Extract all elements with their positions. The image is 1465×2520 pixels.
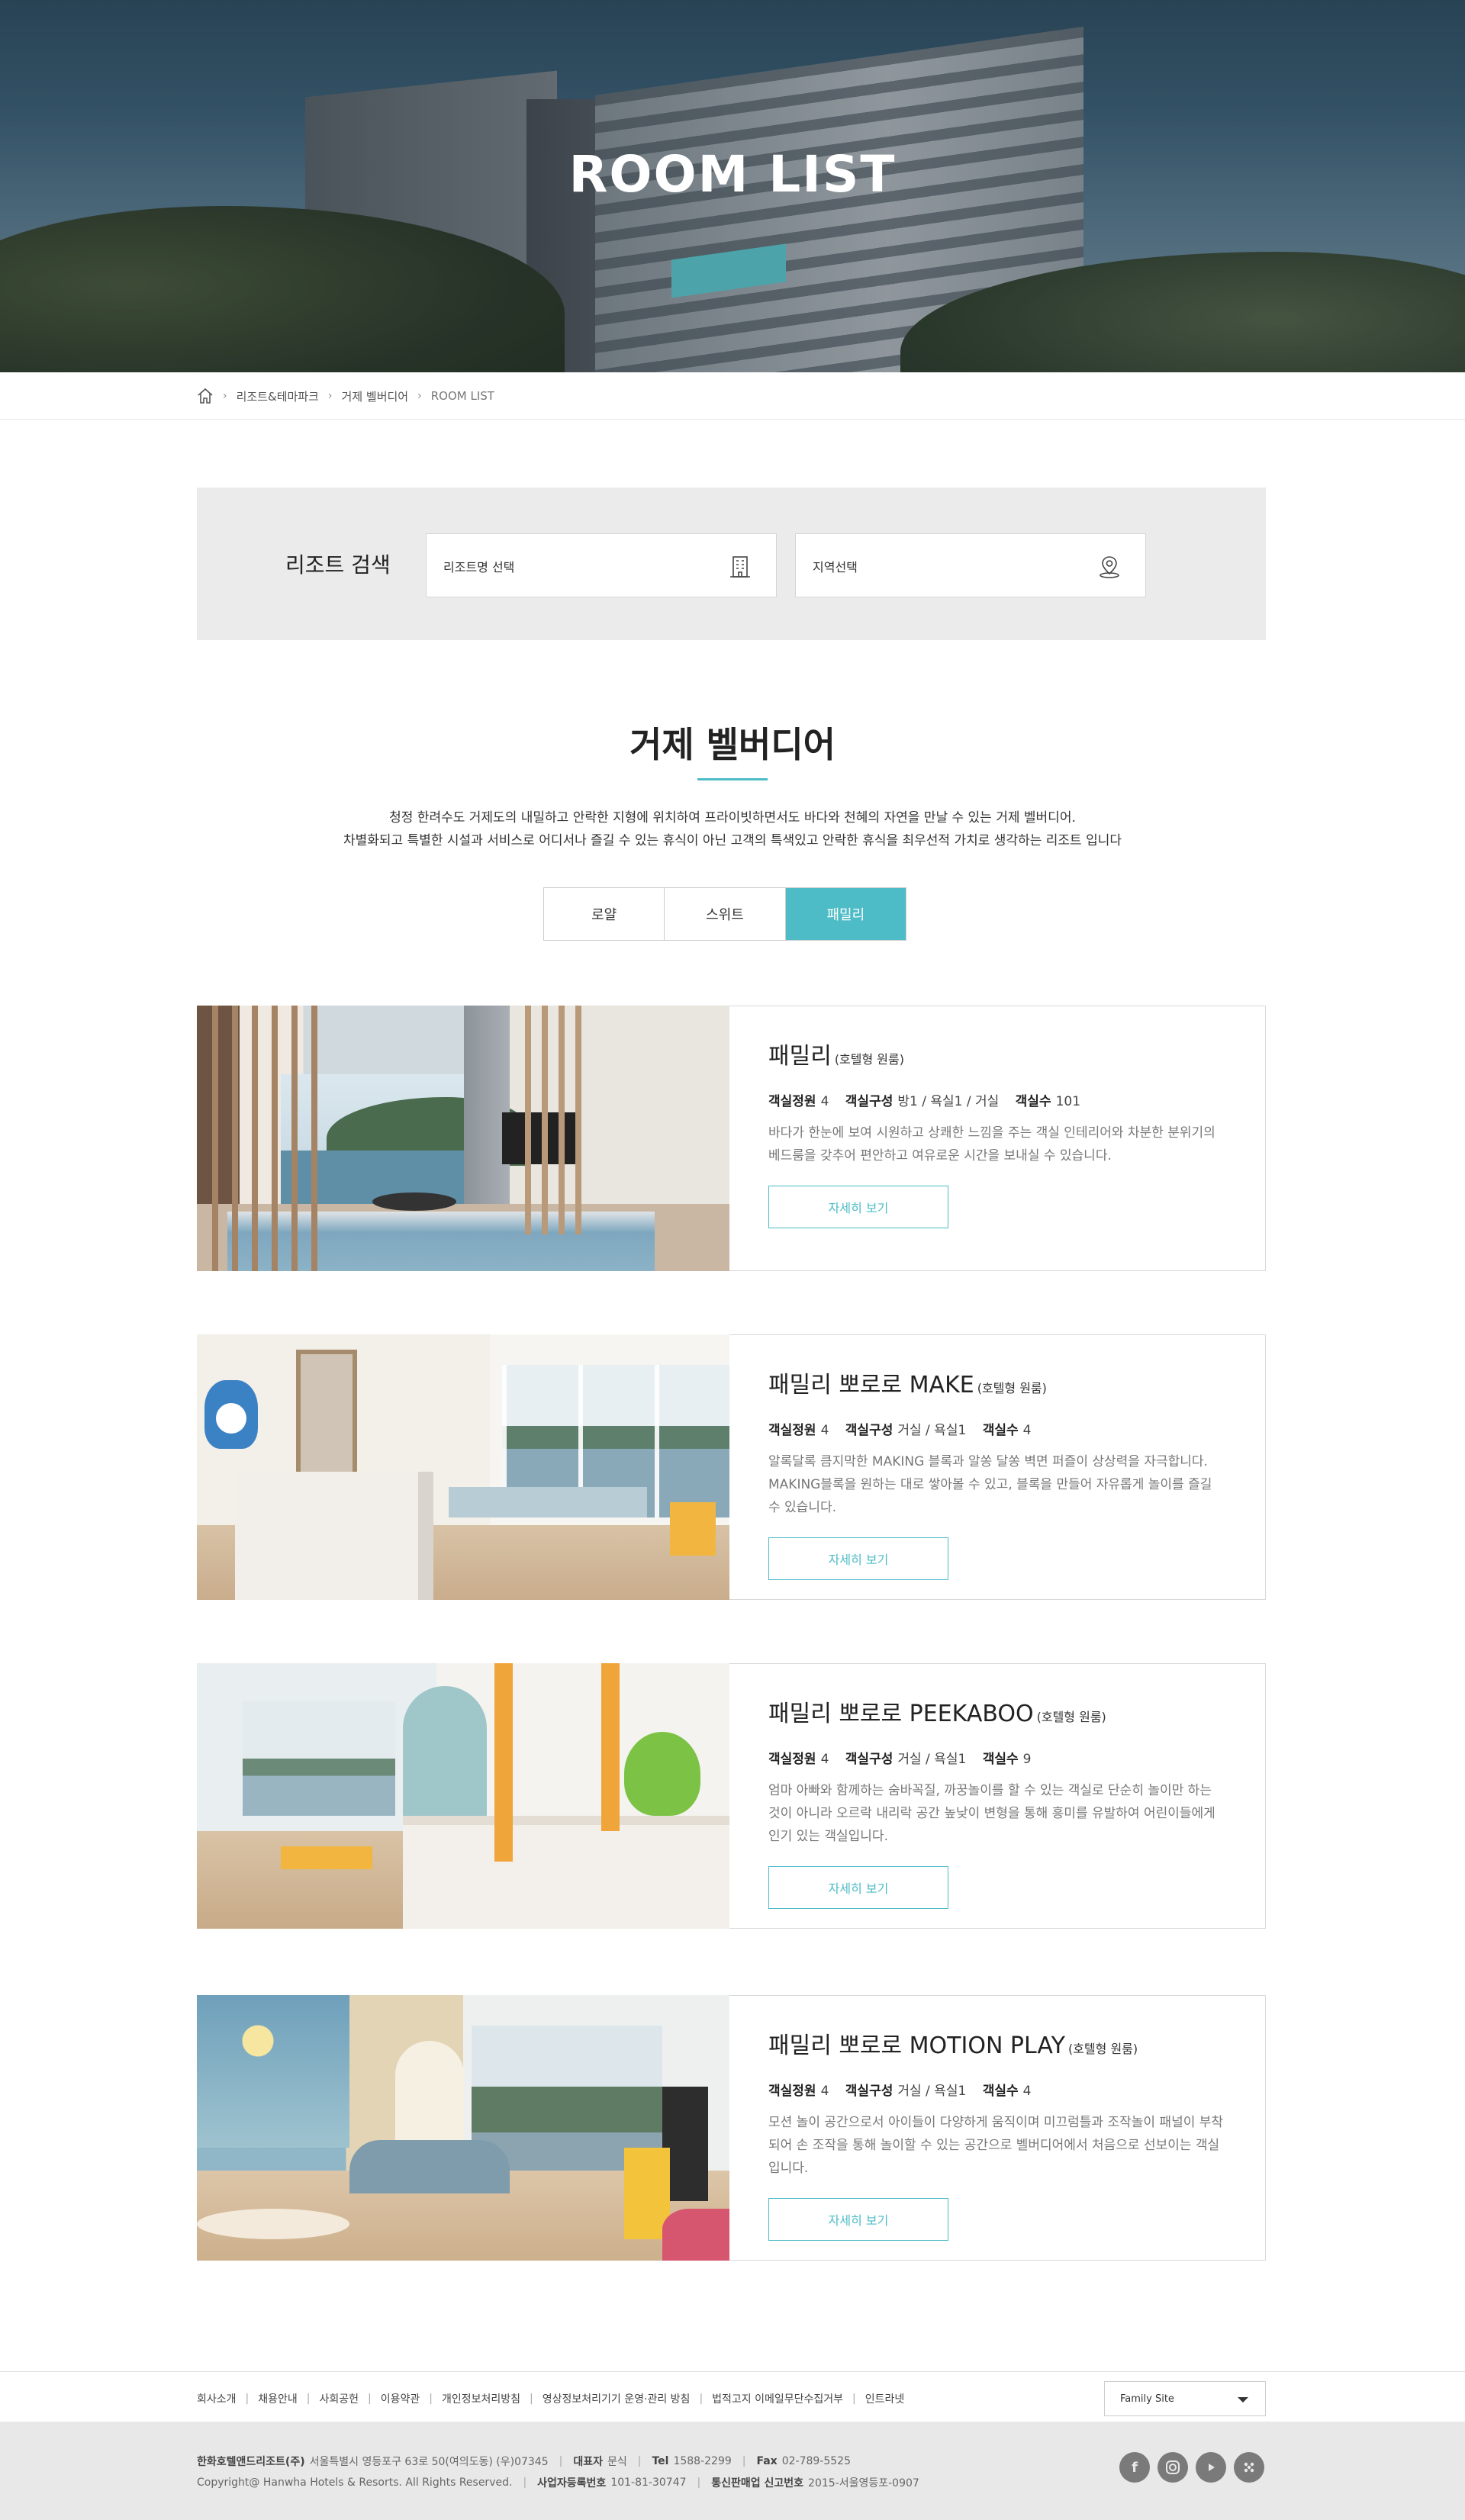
breadcrumb-current: ROOM LIST	[430, 389, 494, 403]
room-card: 패밀리 뽀로로 MOTION PLAY (호텔형 원룸) 객실정원 4 객실구성 거실…	[197, 1995, 1266, 2261]
resort-select[interactable]: 리조트명 선택	[426, 533, 777, 597]
view-details-button[interactable]: 자세히 보기	[768, 1186, 948, 1228]
room-specs: 객실정원 4 객실구성 거실 / 욕실1 객실수 4	[768, 2084, 1032, 2099]
view-details-button[interactable]: 자세히 보기	[768, 2198, 948, 2241]
footer-link[interactable]: 영상정보처리기기 운영·관리 방침	[543, 2391, 691, 2406]
room-specs: 객실정원 4 객실구성 거실 / 욕실1 객실수 4	[768, 1423, 1032, 1438]
title-underline	[697, 778, 768, 780]
footer-link[interactable]: 법적고지 이메일무단수집거부	[712, 2391, 843, 2406]
app-icon[interactable]	[1234, 2452, 1264, 2483]
resort-search: 리조트 검색 리조트명 선택 지역선택	[197, 488, 1266, 640]
footer-link[interactable]: 회사소개	[197, 2391, 237, 2406]
resort-title: 거제 벨버디어	[629, 724, 836, 765]
family-site-label: Family Site	[1120, 2393, 1174, 2405]
room-name: 패밀리 뽀로로 MOTION PLAY (호텔형 원룸)	[768, 2032, 1138, 2059]
view-details-button[interactable]: 자세히 보기	[768, 1866, 948, 1909]
room-type-tabs: 로얄 스위트 패밀리	[543, 887, 906, 941]
building-icon	[727, 554, 753, 583]
company-info: 한화호텔앤드리조트(주) 서울특별시 영등포구 63로 50(여의도동) (우)0…	[197, 2455, 851, 2468]
location-pin-icon	[1096, 554, 1122, 583]
caret-down-icon	[1238, 2397, 1248, 2403]
footer-link[interactable]: 채용안내	[258, 2391, 298, 2406]
tab-royal[interactable]: 로얄	[544, 888, 665, 940]
footer-links: 회사소개 | 채용안내 | 사회공헌 | 이용약관 | 개인정보처리방침 | 영상정보처리…	[197, 2391, 905, 2406]
home-icon[interactable]	[197, 388, 214, 404]
view-details-button[interactable]: 자세히 보기	[768, 1537, 948, 1580]
room-card: 패밀리 뽀로로 MAKE (호텔형 원룸) 객실정원 4 객실구성 거실 / 욕실1 …	[197, 1334, 1266, 1600]
room-card: 패밀리 (호텔형 원룸) 객실정원 4 객실구성 방1 / 욕실1 / 거실 객실수 1…	[197, 1006, 1266, 1271]
room-photo	[197, 1995, 729, 2261]
room-type: (호텔형 원룸)	[834, 1052, 904, 1067]
hero-banner: ROOM LIST	[0, 0, 1465, 372]
footer-link[interactable]: 사회공헌	[320, 2391, 359, 2406]
breadcrumb-item[interactable]: 거제 벨버디어	[342, 388, 409, 404]
footer-info: 한화호텔앤드리조트(주) 서울특별시 영등포구 63로 50(여의도동) (우)0…	[0, 2422, 1465, 2520]
room-card: 패밀리 뽀로로 PEEKABOO (호텔형 원룸) 객실정원 4 객실구성 거실 / …	[197, 1663, 1266, 1929]
footer-link[interactable]: 인트라넷	[865, 2391, 905, 2406]
family-site-select[interactable]: Family Site	[1104, 2381, 1266, 2416]
resort-select-placeholder: 리조트명 선택	[443, 560, 515, 574]
room-name: 패밀리 뽀로로 MAKE (호텔형 원룸)	[768, 1372, 1047, 1398]
chevron-right-icon: ›	[417, 390, 422, 402]
page-title: ROOM LIST	[568, 145, 897, 204]
region-select[interactable]: 지역선택	[795, 533, 1146, 597]
footer-link[interactable]: 개인정보처리방침	[442, 2391, 520, 2406]
room-description: 모션 놀이 공간으로서 아이들이 다양하게 움직이며 미끄럼틀과 조작놀이 패널…	[768, 2115, 1224, 2176]
room-photo	[197, 1663, 729, 1929]
room-description: 알록달록 큼지막한 MAKING 블록과 알쏭 달쏭 벽면 퍼즐이 상상력을 자…	[768, 1454, 1212, 1515]
room-type: (호텔형 원룸)	[977, 1381, 1047, 1395]
tab-suite[interactable]: 스위트	[665, 888, 786, 940]
social-links: f	[1119, 2452, 1264, 2483]
footer-nav: 회사소개 | 채용안내 | 사회공헌 | 이용약관 | 개인정보처리방침 | 영상정보처리…	[0, 2371, 1465, 2422]
room-specs: 객실정원 4 객실구성 거실 / 욕실1 객실수 9	[768, 1752, 1032, 1767]
copyright-info: Copyright@ Hanwha Hotels & Resorts. All …	[197, 2477, 919, 2489]
chevron-right-icon: ›	[223, 390, 227, 402]
search-label: 리조트 검색	[285, 552, 391, 578]
instagram-icon[interactable]	[1158, 2452, 1188, 2483]
room-photo	[197, 1006, 729, 1271]
chevron-right-icon: ›	[327, 390, 333, 402]
facebook-icon[interactable]: f	[1119, 2452, 1150, 2483]
breadcrumb: › 리조트&테마파크 › 거제 벨버디어 › ROOM LIST	[0, 372, 1465, 420]
tab-family[interactable]: 패밀리	[785, 888, 906, 940]
youtube-icon[interactable]	[1196, 2452, 1226, 2483]
footer-link[interactable]: 이용약관	[381, 2391, 420, 2406]
room-type: (호텔형 원룸)	[1067, 2042, 1138, 2056]
room-name: 패밀리 (호텔형 원룸)	[768, 1043, 904, 1070]
room-type: (호텔형 원룸)	[1036, 1710, 1106, 1724]
room-description: 엄마 아빠와 함께하는 숨바꼭질, 까꿍놀이를 할 수 있는 객실로 단순히 놀…	[768, 1783, 1215, 1844]
room-name: 패밀리 뽀로로 PEEKABOO (호텔형 원룸)	[768, 1701, 1106, 1727]
resort-description: 청정 한려수도 거제도의 내밀하고 안락한 지형에 위치하여 프라이빗하면서도 …	[343, 810, 1122, 848]
room-description: 바다가 한눈에 보여 시원하고 상쾌한 느낌을 주는 객실 인테리어와 차분한 …	[768, 1125, 1215, 1163]
breadcrumb-item[interactable]: 리조트&테마파크	[237, 388, 319, 404]
region-select-placeholder: 지역선택	[813, 560, 858, 574]
room-specs: 객실정원 4 객실구성 방1 / 욕실1 / 거실 객실수 101	[768, 1094, 1081, 1109]
room-photo	[197, 1334, 729, 1600]
